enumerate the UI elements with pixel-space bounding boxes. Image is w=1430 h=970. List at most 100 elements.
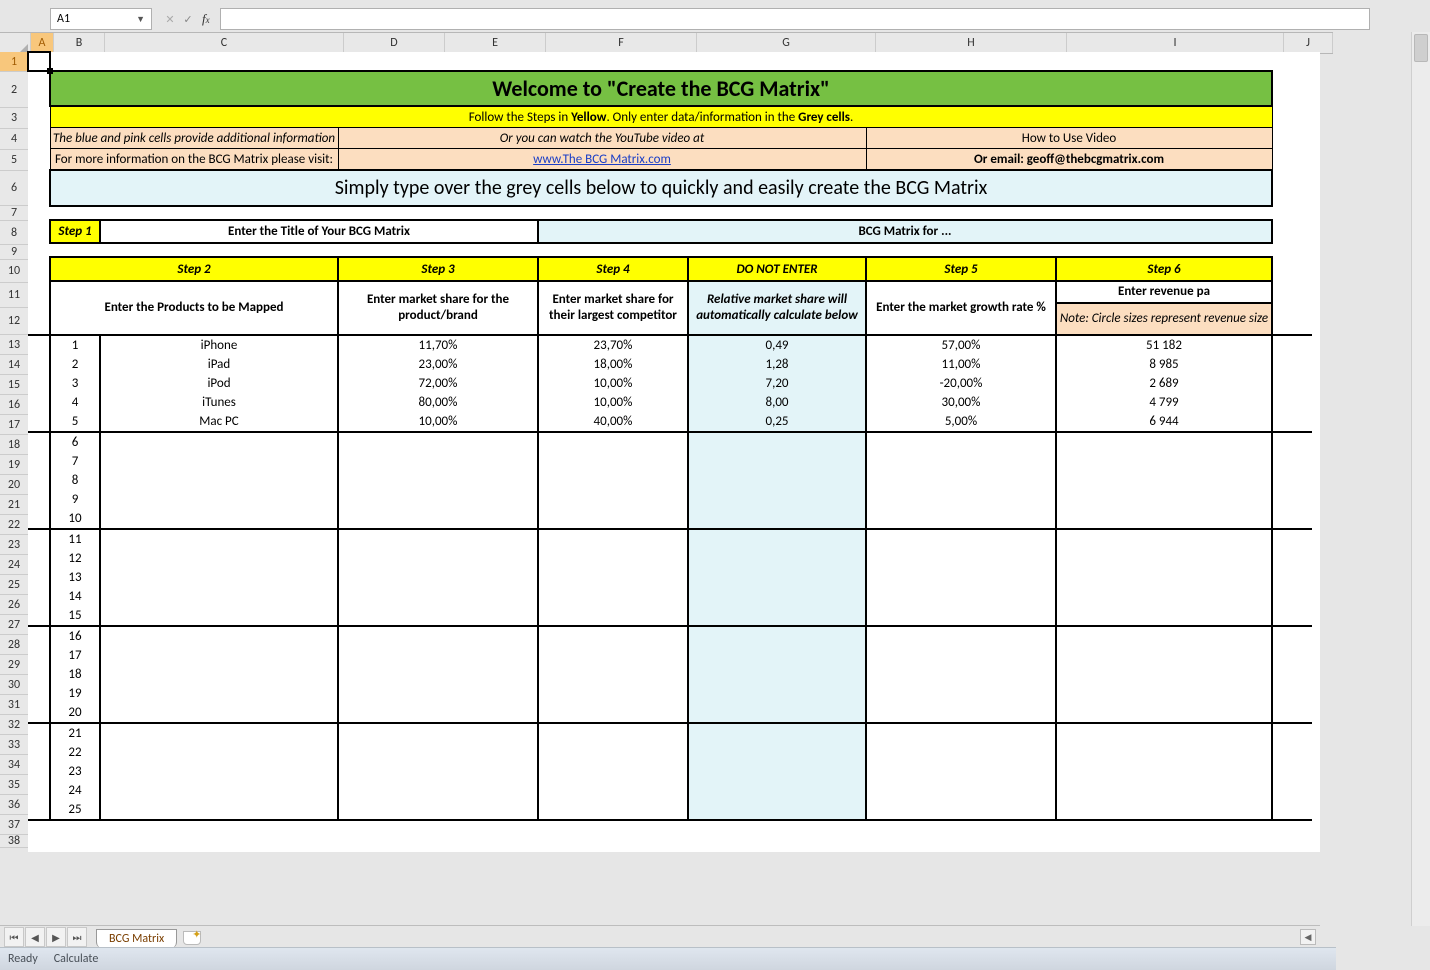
row-header-6[interactable]: 6 <box>0 171 28 206</box>
cell-revenue[interactable] <box>1056 587 1272 606</box>
cell-growth-rate[interactable] <box>866 703 1056 723</box>
cell-market-share[interactable] <box>338 471 538 490</box>
tab-nav-next-icon[interactable]: ▶ <box>46 927 66 947</box>
cell-revenue[interactable] <box>1056 471 1272 490</box>
cell-competitor-share[interactable] <box>538 762 688 781</box>
tab-nav-last-icon[interactable]: ⏭ <box>67 927 87 947</box>
row-header-3[interactable]: 3 <box>0 108 28 129</box>
column-header-D[interactable]: D <box>344 33 445 53</box>
cell-competitor-share[interactable]: 10,00% <box>538 393 688 412</box>
select-all-corner[interactable] <box>0 33 31 53</box>
cell-product[interactable] <box>100 781 338 800</box>
cell-competitor-share[interactable] <box>538 549 688 568</box>
fx-icon[interactable]: fx <box>202 11 210 27</box>
cell-growth-rate[interactable] <box>866 568 1056 587</box>
cell-competitor-share[interactable] <box>538 568 688 587</box>
cell-growth-rate[interactable]: 57,00% <box>866 335 1056 355</box>
cell-product[interactable] <box>100 587 338 606</box>
cell-growth-rate[interactable] <box>866 587 1056 606</box>
cell-revenue[interactable] <box>1056 568 1272 587</box>
cell-revenue[interactable] <box>1056 606 1272 626</box>
cell-growth-rate[interactable] <box>866 509 1056 529</box>
new-sheet-button[interactable]: ✦ <box>183 930 201 944</box>
cell-product[interactable] <box>100 549 338 568</box>
column-header-A[interactable]: A <box>31 33 54 53</box>
row-header-26[interactable]: 26 <box>0 595 28 615</box>
cell-revenue[interactable] <box>1056 490 1272 509</box>
cell-growth-rate[interactable] <box>866 665 1056 684</box>
cell-product[interactable]: iTunes <box>100 393 338 412</box>
vertical-scrollbar[interactable] <box>1411 32 1430 926</box>
cell-market-share[interactable] <box>338 762 538 781</box>
cell-market-share[interactable]: 10,00% <box>338 412 538 432</box>
row-header-19[interactable]: 19 <box>0 455 28 475</box>
row-header-7[interactable]: 7 <box>0 206 28 221</box>
cell-revenue[interactable]: 51 182 <box>1056 335 1272 355</box>
cell-revenue[interactable] <box>1056 529 1272 549</box>
cell-competitor-share[interactable] <box>538 529 688 549</box>
cell-revenue[interactable] <box>1056 743 1272 762</box>
column-header-H[interactable]: H <box>876 33 1067 53</box>
name-box-dropdown-icon[interactable]: ▼ <box>136 14 145 25</box>
cell-product[interactable]: iPhone <box>100 335 338 355</box>
formula-input[interactable] <box>220 8 1370 30</box>
cell-market-share[interactable] <box>338 529 538 549</box>
cell-product[interactable] <box>100 743 338 762</box>
cell-revenue[interactable]: 2 689 <box>1056 374 1272 393</box>
horizontal-scroll-mini[interactable]: ◀ <box>1300 929 1320 945</box>
cell-growth-rate[interactable] <box>866 743 1056 762</box>
cell-market-share[interactable] <box>338 723 538 743</box>
cell-competitor-share[interactable] <box>538 509 688 529</box>
cell-competitor-share[interactable] <box>538 723 688 743</box>
row-header-29[interactable]: 29 <box>0 655 28 675</box>
column-header-B[interactable]: B <box>54 33 105 53</box>
cell-growth-rate[interactable] <box>866 606 1056 626</box>
cell-growth-rate[interactable]: 30,00% <box>866 393 1056 412</box>
cell-market-share[interactable] <box>338 549 538 568</box>
column-header-J[interactable]: J <box>1284 33 1333 53</box>
cell-growth-rate[interactable]: -20,00% <box>866 374 1056 393</box>
row-header-33[interactable]: 33 <box>0 735 28 755</box>
row-header-23[interactable]: 23 <box>0 535 28 555</box>
cell-product[interactable]: Mac PC <box>100 412 338 432</box>
cell-market-share[interactable]: 11,70% <box>338 335 538 355</box>
cell-revenue[interactable]: 6 944 <box>1056 412 1272 432</box>
row-header-21[interactable]: 21 <box>0 495 28 515</box>
row-header-12[interactable]: 12 <box>0 308 28 335</box>
row-header-4[interactable]: 4 <box>0 129 28 150</box>
row-header-30[interactable]: 30 <box>0 675 28 695</box>
cell-revenue[interactable] <box>1056 665 1272 684</box>
hscroll-left-icon[interactable]: ◀ <box>1300 929 1316 945</box>
cell-growth-rate[interactable] <box>866 762 1056 781</box>
column-header-C[interactable]: C <box>105 33 344 53</box>
cell-competitor-share[interactable] <box>538 665 688 684</box>
row-header-24[interactable]: 24 <box>0 555 28 575</box>
cell-growth-rate[interactable] <box>866 490 1056 509</box>
column-header-I[interactable]: I <box>1067 33 1284 53</box>
cell-market-share[interactable] <box>338 800 538 820</box>
cell-product[interactable] <box>100 432 338 452</box>
cell-product[interactable] <box>100 703 338 723</box>
cell-revenue[interactable] <box>1056 549 1272 568</box>
cell-product[interactable]: iPod <box>100 374 338 393</box>
cell-market-share[interactable] <box>338 568 538 587</box>
cell-growth-rate[interactable]: 11,00% <box>866 355 1056 374</box>
cell-revenue[interactable] <box>1056 452 1272 471</box>
column-header-F[interactable]: F <box>546 33 697 53</box>
cell-revenue[interactable] <box>1056 432 1272 452</box>
cell-market-share[interactable]: 72,00% <box>338 374 538 393</box>
cell-competitor-share[interactable] <box>538 684 688 703</box>
cell-competitor-share[interactable] <box>538 587 688 606</box>
cell-competitor-share[interactable]: 23,70% <box>538 335 688 355</box>
cell-market-share[interactable] <box>338 646 538 665</box>
row-header-31[interactable]: 31 <box>0 695 28 715</box>
cell-competitor-share[interactable]: 40,00% <box>538 412 688 432</box>
cell-competitor-share[interactable] <box>538 626 688 646</box>
cell-growth-rate[interactable] <box>866 684 1056 703</box>
cell-growth-rate[interactable] <box>866 452 1056 471</box>
cell-competitor-share[interactable] <box>538 606 688 626</box>
row-header-20[interactable]: 20 <box>0 475 28 495</box>
sheet-tab-active[interactable]: BCG Matrix <box>96 929 177 948</box>
row-header-8[interactable]: 8 <box>0 221 28 245</box>
cell-product[interactable] <box>100 606 338 626</box>
